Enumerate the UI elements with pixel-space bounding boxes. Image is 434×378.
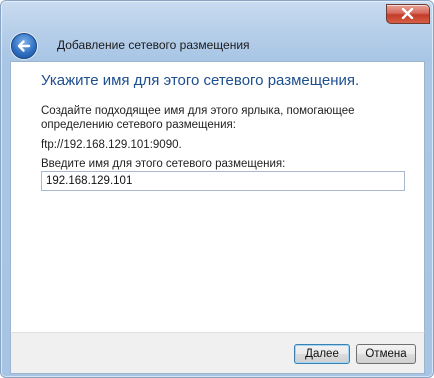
cancel-button[interactable]: Отмена xyxy=(356,344,416,364)
close-icon xyxy=(401,8,414,19)
network-address: ftp://192.168.129.101:9090. xyxy=(41,139,182,151)
window-title: Добавление сетевого размещения xyxy=(57,38,250,52)
dialog-window: Добавление сетевого размещения Укажите и… xyxy=(0,0,434,378)
name-field-label: Введите имя для этого сетевого размещени… xyxy=(41,158,286,170)
page-heading: Укажите имя для этого сетевого размещени… xyxy=(41,72,360,89)
back-button[interactable] xyxy=(11,33,37,59)
name-input[interactable] xyxy=(41,171,405,191)
content-panel: Укажите имя для этого сетевого размещени… xyxy=(10,61,425,334)
next-button[interactable]: Далее xyxy=(294,344,350,364)
button-bar: Далее Отмена xyxy=(10,332,425,374)
close-button[interactable] xyxy=(386,4,430,24)
description-text: Создайте подходящее имя для этого ярлыка… xyxy=(41,105,355,131)
back-arrow-icon xyxy=(17,40,31,52)
